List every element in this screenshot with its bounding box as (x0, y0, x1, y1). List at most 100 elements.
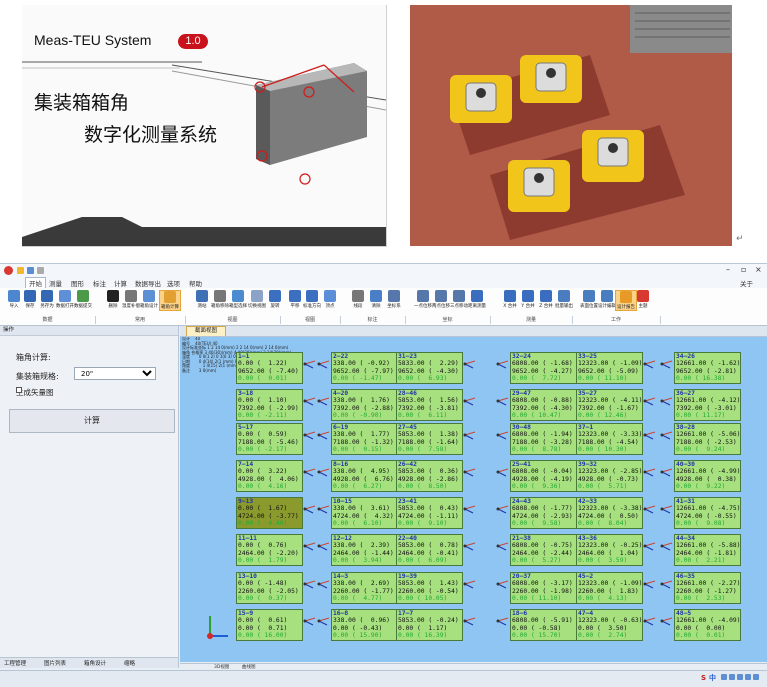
tray-logo[interactable]: S (701, 674, 706, 682)
corner-box-48—5[interactable]: 48—5 12661.00 ( -4.09) 0.00 ( 0.00) 0.00 ( … (674, 609, 741, 641)
ribbon-button-18[interactable]: 清除 (366, 290, 386, 309)
ribbon-button-5[interactable]: 删除 (103, 290, 123, 309)
ribbon-button-9[interactable]: 测站 (192, 290, 212, 309)
ribbon-button-29[interactable]: 设计编辑 (597, 290, 617, 309)
corner-box-44—34[interactable]: 44—34 12661.00 ( -5.88) 2464.00 ( -1.81) 0.… (674, 534, 741, 566)
corner-box-47—4[interactable]: 47—4 12323.00 ( -0.63) 0.00 ( 3.50) 0.00 ( … (576, 609, 643, 641)
menu-measure[interactable]: 测量 (49, 278, 62, 288)
corner-box-8—16[interactable]: 8—16 338.00 ( 4.95) 4928.00 ( 6.76) 0.00 ( … (331, 460, 398, 492)
corner-box-45—2[interactable]: 45—2 12323.00 ( -1.09) 2260.00 ( 1.83) 0.00… (576, 572, 643, 604)
corner-box-37—1[interactable]: 37—1 12323.00 ( -3.33) 7188.00 ( -4.54) 0.0… (576, 423, 643, 455)
save-icon[interactable] (27, 267, 34, 274)
ribbon-button-16[interactable]: 顶点 (320, 290, 340, 309)
tab-design[interactable]: 箱角设计 (84, 659, 106, 667)
corner-box-25—41[interactable]: 25—41 6808.00 ( -0.04) 4928.00 ( -4.19) 0.0… (510, 460, 577, 492)
corner-box-46—35[interactable]: 46—35 12661.00 ( -2.27) 2260.00 ( -1.27) 0.… (674, 572, 741, 604)
tray-settings-icon[interactable] (737, 674, 743, 680)
minimize-icon[interactable]: – (726, 265, 730, 274)
corner-box-27—45[interactable]: 27—45 5853.00 ( 1.38) 7188.00 ( -1.64) 0.00… (396, 423, 463, 455)
corner-box-28—46[interactable]: 28—46 5853.00 ( 1.56) 7392.00 ( -3.81) 0.00… (396, 389, 463, 421)
corner-box-12—12[interactable]: 12—12 338.00 ( 2.39) 2464.00 ( -1.44) 0.00 … (331, 534, 398, 566)
corner-box-3—18[interactable]: 3—18 0.00 ( 1.10) 7392.00 ( -2.99) 0.00 ( -… (236, 389, 303, 421)
corner-box-4—20[interactable]: 4—20 338.00 ( 1.76) 7392.00 ( -2.88) 0.00 (… (331, 389, 398, 421)
menu-about[interactable]: 关于 (740, 278, 753, 288)
corner-box-42—33[interactable]: 42—33 12323.00 ( -3.38) 4724.00 ( 0.50) 0.0… (576, 497, 643, 529)
ribbon-button-3[interactable]: 数据打开 (55, 290, 75, 309)
corner-box-40—30[interactable]: 40—30 12661.00 ( -4.99) 4928.00 ( 0.38) 0.0… (674, 460, 741, 492)
corner-box-19—39[interactable]: 19—39 5853.00 ( 1.43) 2260.00 ( -0.54) 0.00… (396, 572, 463, 604)
vector-checkbox[interactable]: 生成矢量图 (16, 387, 54, 398)
ribbon-button-12[interactable]: 切换视图 (247, 290, 267, 309)
menu-graphics[interactable]: 图形 (71, 278, 84, 288)
corner-box-31—23[interactable]: 31—23 5833.00 ( 2.29) 9652.00 ( -4.30) 0.00… (396, 352, 463, 384)
corner-box-34—26[interactable]: 34—26 12661.00 ( -1.62) 9652.00 ( -2.81) 0.… (674, 352, 741, 384)
tab-images[interactable]: 图片列表 (44, 659, 66, 667)
corner-box-23—41[interactable]: 23—41 5853.00 ( 0.43) 4724.00 ( -1.11) 0.00… (396, 497, 463, 529)
corner-box-1—1[interactable]: 1—1 0.00 ( 1.22) 9652.00 ( -7.40) 0.00 ( 0.… (236, 352, 303, 384)
drawing-canvas[interactable]: 设计 40 编号 40(TEU) 40 设计标准坐标 1 2 14 0(mm) 2 … (180, 337, 767, 662)
maximize-icon[interactable]: ▫ (741, 265, 746, 274)
spec-select[interactable]: 20" (74, 367, 156, 380)
ribbon-button-21[interactable]: 两点位移 (431, 290, 451, 309)
menu-annotate[interactable]: 标注 (93, 278, 106, 288)
corner-box-10—15[interactable]: 10—15 338.00 ( 3.61) 4724.00 ( 4.32) 0.00 (… (331, 497, 398, 529)
ribbon-button-8[interactable]: 箱角计算 (159, 290, 181, 311)
corner-box-39—32[interactable]: 39—32 12323.00 ( -2.85) 4928.00 ( -0.73) 0.… (576, 460, 643, 492)
corner-box-6—19[interactable]: 6—19 338.00 ( 1.77) 7188.00 ( -1.32) 0.00 (… (331, 423, 398, 455)
corner-box-5—17[interactable]: 5—17 0.00 ( 0.59) 7188.00 ( -5.46) 0.00 ( -… (236, 423, 303, 455)
corner-box-18—6[interactable]: 18—6 6808.00 ( -5.91) 0.00 ( -0.58) 0.00 ( … (510, 609, 577, 641)
corner-box-7—14[interactable]: 7—14 0.00 ( 3.22) 4928.00 ( 4.06) 0.00 ( 4.… (236, 460, 303, 492)
corner-box-36—27[interactable]: 36—27 12661.00 ( -4.12) 7392.00 ( -3.01) 0.… (674, 389, 741, 421)
corner-box-16—8[interactable]: 16—8 338.00 ( 0.96) 0.00 ( -0.43) 0.00 ( 15… (331, 609, 398, 641)
menu-start[interactable]: 开始 (25, 277, 46, 288)
corner-box-9—13[interactable]: 9—13 0.00 ( 1.67) 4724.00 ( -3.77) 0.00 ( 4… (236, 497, 303, 529)
menu-export[interactable]: 数据导出 (135, 278, 161, 288)
ribbon-button-10[interactable]: 箱角移除 (210, 290, 230, 309)
corner-box-26—42[interactable]: 26—42 5853.00 ( 0.36) 4928.00 ( -2.86) 0.00… (396, 460, 463, 492)
ribbon-button-13[interactable]: 旋转 (265, 290, 285, 309)
corner-box-2—22[interactable]: 2—22 338.00 ( -0.92) 9652.00 ( -7.97) 0.00 … (331, 352, 398, 384)
ribbon-button-25[interactable]: Y 合并 (518, 290, 538, 309)
dropdown-icon[interactable] (37, 267, 44, 274)
tab-thumbs[interactable]: 缩略 (124, 659, 135, 667)
corner-box-35—27[interactable]: 35—27 12323.00 ( -4.11) 7392.00 ( -1.67) 0.… (576, 389, 643, 421)
ribbon-button-2[interactable]: 另存为 (37, 290, 57, 309)
app-logo-icon[interactable] (4, 266, 13, 275)
corner-box-24—43[interactable]: 24—43 6808.00 ( -1.77) 4724.00 ( -2.93) 0.0… (510, 497, 577, 529)
corner-box-14—3[interactable]: 14—3 338.00 ( 2.69) 2260.00 ( -1.77) 0.00 (… (331, 572, 398, 604)
ribbon-button-15[interactable]: 标准方向 (302, 290, 322, 309)
corner-box-11—11[interactable]: 11—11 0.00 ( 0.76) 2464.00 ( -2.20) 0.00 ( … (236, 534, 303, 566)
menu-options[interactable]: 选项 (167, 278, 180, 288)
tray-keyboard-icon[interactable] (729, 674, 735, 680)
ribbon-button-17[interactable]: 线段 (348, 290, 368, 309)
calculate-button[interactable]: 计算 (9, 409, 175, 433)
menu-calc[interactable]: 计算 (114, 278, 127, 288)
corner-box-33—25[interactable]: 33—25 12323.00 ( -1.09) 9652.00 ( -5.09) 0.… (576, 352, 643, 384)
corner-box-17—7[interactable]: 17—7 5853.00 ( -0.24) 0.00 ( 1.17) 0.00 ( 1… (396, 609, 463, 641)
ribbon-button-31[interactable]: 主题 (633, 290, 653, 309)
ribbon-button-19[interactable]: 坐标系 (384, 290, 404, 309)
ribbon-button-11[interactable]: 箱型选择 (228, 290, 248, 309)
menu-help[interactable]: 帮助 (189, 278, 202, 288)
tray-shirt-icon[interactable] (745, 674, 751, 680)
corner-box-15—9[interactable]: 15—9 0.00 ( 0.61) 0.00 ( 0.71) 0.00 ( 16.00… (236, 609, 303, 641)
ribbon-button-6[interactable]: 温度补偿 (121, 290, 141, 309)
tray-mic-icon[interactable] (721, 674, 727, 680)
corner-box-30—48[interactable]: 30—48 6808.00 ( -1.94) 7188.00 ( -3.28) 0.0… (510, 423, 577, 455)
tab-project[interactable]: 工程管理 (4, 659, 26, 667)
corner-box-32—24[interactable]: 32—24 6808.00 ( -1.68) 9652.00 ( -4.27) 0.0… (510, 352, 577, 384)
corner-box-21—38[interactable]: 21—38 6808.00 ( -0.75) 2464.00 ( -2.44) 0.0… (510, 534, 577, 566)
close-icon[interactable]: × (755, 265, 762, 274)
checkbox-box[interactable] (16, 387, 22, 393)
ribbon-button-4[interactable]: 数据提交 (73, 290, 93, 309)
ribbon-button-22[interactable]: 三点移动 (449, 290, 469, 309)
corner-box-20—37[interactable]: 20—37 6808.00 ( -3.17) 2260.00 ( -1.98) 0.0… (510, 572, 577, 604)
corner-box-29—47[interactable]: 29—47 6808.00 ( -0.88) 7392.00 ( -4.30) 0.0… (510, 389, 577, 421)
ribbon-button-26[interactable]: Z 合并 (536, 290, 556, 309)
corner-box-43—36[interactable]: 43—36 12323.00 ( -0.25) 2464.00 ( 1.04) 0.0… (576, 534, 643, 566)
ribbon-button-24[interactable]: X 合并 (500, 290, 520, 309)
ribbon-button-7[interactable]: 箱角设计 (139, 290, 159, 309)
corner-box-22—40[interactable]: 22—40 5853.00 ( 0.78) 2464.00 ( -0.41) 0.00… (396, 534, 463, 566)
corner-box-38—28[interactable]: 38—28 12661.00 ( -5.06) 7188.00 ( -2.53) 0.… (674, 423, 741, 455)
ribbon-button-23[interactable]: 距离测量 (467, 290, 487, 309)
